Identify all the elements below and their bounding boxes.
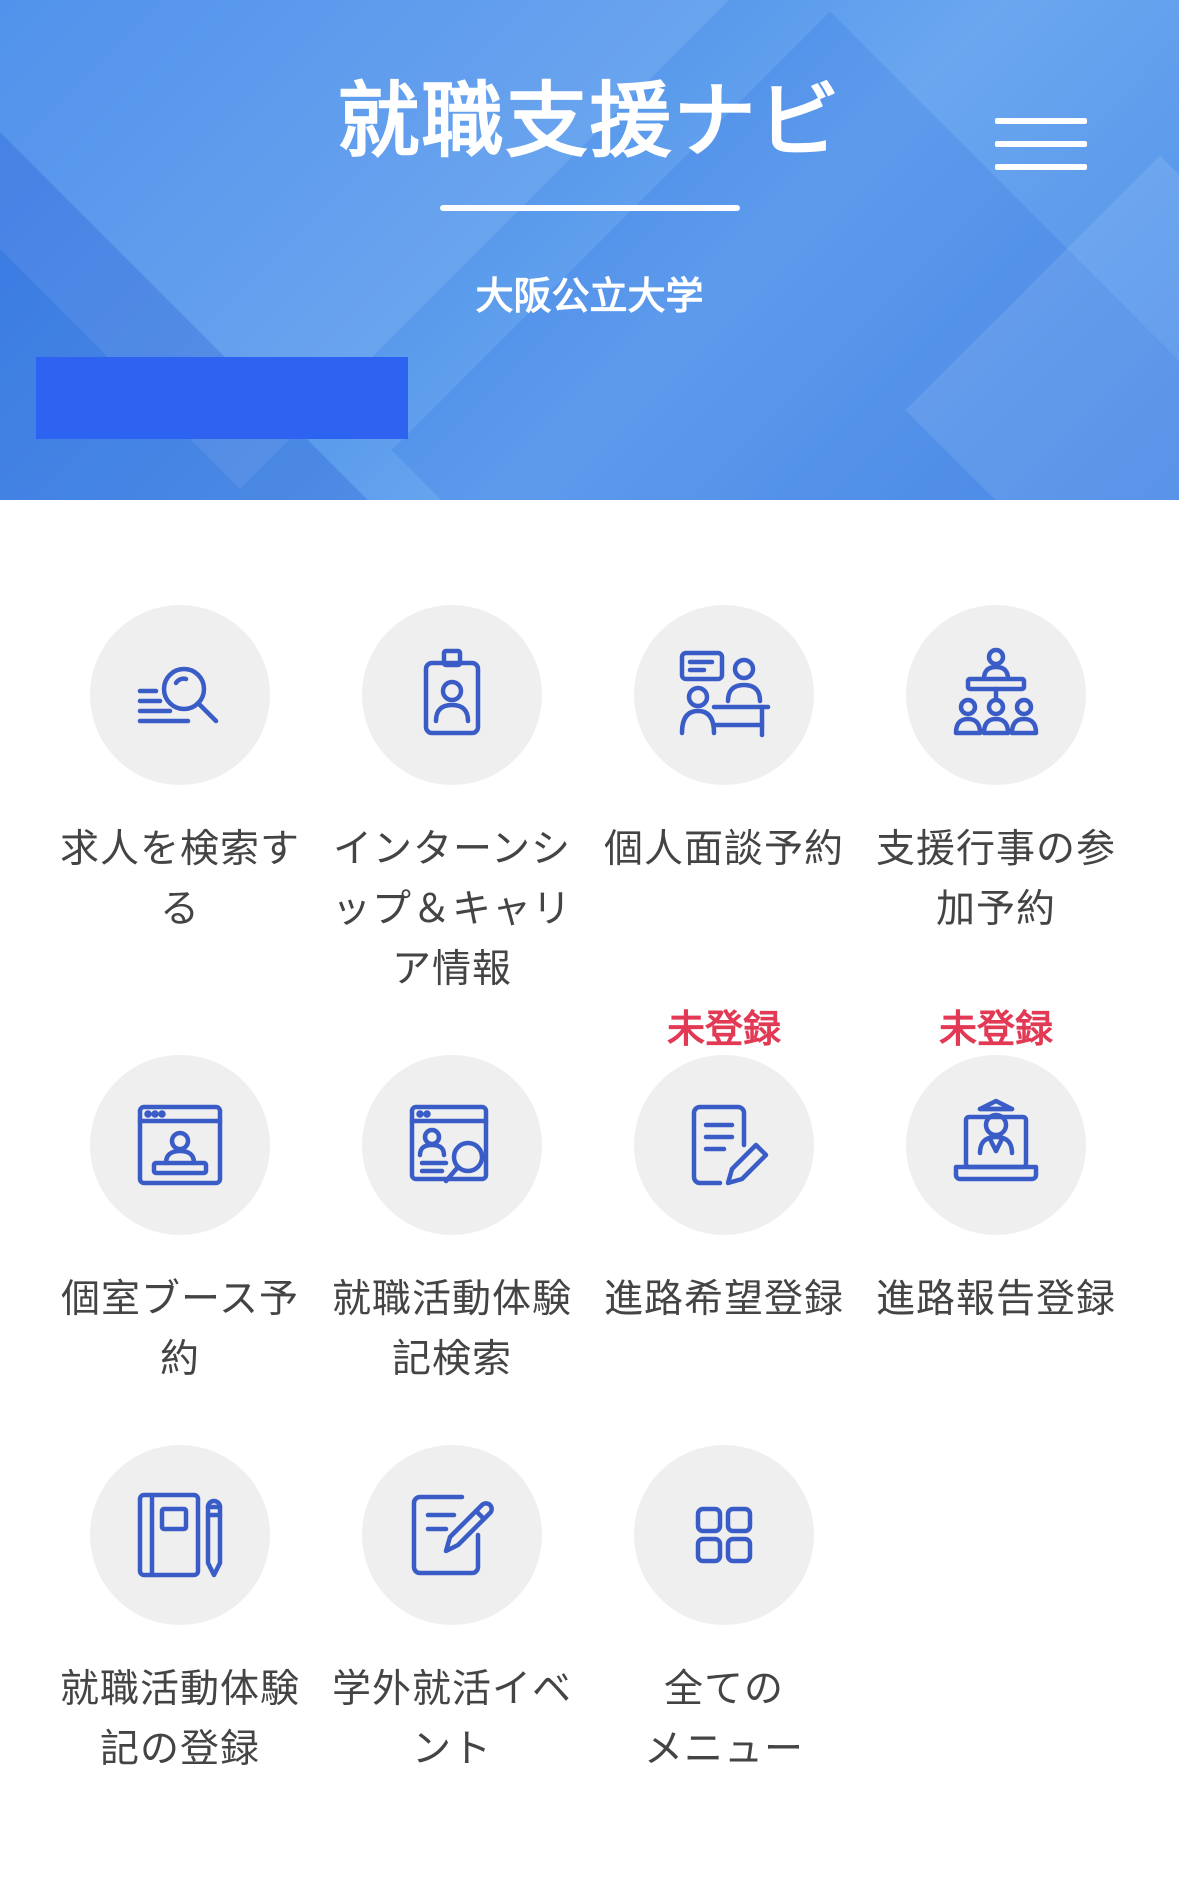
menu-icon-circle: [90, 1055, 270, 1235]
menu-item-label: 就職活動体験 記の登録: [59, 1667, 300, 1772]
menu-item-label: 学外就活イベ ント: [331, 1667, 572, 1772]
seminar-icon: [953, 647, 1039, 736]
app-header: 就職支援ナビ 大阪公立大学: [0, 0, 1179, 500]
menu-icon-circle: [362, 1445, 542, 1625]
search-list-icon: [137, 666, 219, 724]
menu-item-label: 個人面談予約: [603, 827, 844, 872]
unregistered-badge: 未登録: [938, 1007, 1053, 1051]
menu-item-label: 求人を検索す る: [59, 827, 300, 932]
note-pencil-icon: [411, 1494, 494, 1576]
notebook-pen-icon: [137, 1492, 223, 1578]
document-edit-icon: [691, 1104, 769, 1186]
menu-item-label: 進路希望登録: [603, 1277, 844, 1322]
menu-grid: 求人を検索す る インターンシ ップ＆キャリ ア情報 個人面談予約 支援行事の参…: [0, 500, 1179, 1879]
menu-icon-circle: [90, 1445, 270, 1625]
menu-icon-circle: [634, 605, 814, 785]
id-badge-icon: [423, 648, 481, 736]
university-name: 大阪公立大学: [475, 274, 704, 318]
graduate-laptop-icon: [953, 1098, 1039, 1182]
grid-menu-icon: [695, 1506, 753, 1564]
menu-icon-circle: [634, 1055, 814, 1235]
menu-icon-circle: [362, 605, 542, 785]
menu-icon-circle: [90, 605, 270, 785]
menu-icon-circle: [906, 605, 1086, 785]
menu-item-label: 全ての メニュー: [643, 1667, 804, 1772]
menu-item-label: 進路報告登録: [875, 1277, 1116, 1322]
menu-icon-circle: [634, 1445, 814, 1625]
profile-search-icon: [409, 1104, 489, 1184]
menu-item-label: インターンシ ップ＆キャリ ア情報: [331, 827, 572, 992]
menu-item-label: 個室ブース予 約: [60, 1277, 300, 1382]
menu-item-label: 支援行事の参 加予約: [875, 827, 1116, 932]
menu-icon-circle: [906, 1055, 1086, 1235]
menu-icon-circle: [362, 1055, 542, 1235]
menu-item-label: 就職活動体験 記検索: [331, 1277, 572, 1382]
unregistered-badge: 未登録: [666, 1007, 781, 1051]
title-underline: [440, 205, 740, 211]
consultation-icon: [679, 650, 771, 738]
hamburger-menu-icon[interactable]: [995, 118, 1087, 170]
booth-window-icon: [137, 1104, 223, 1186]
redacted-user-area: [36, 357, 408, 439]
